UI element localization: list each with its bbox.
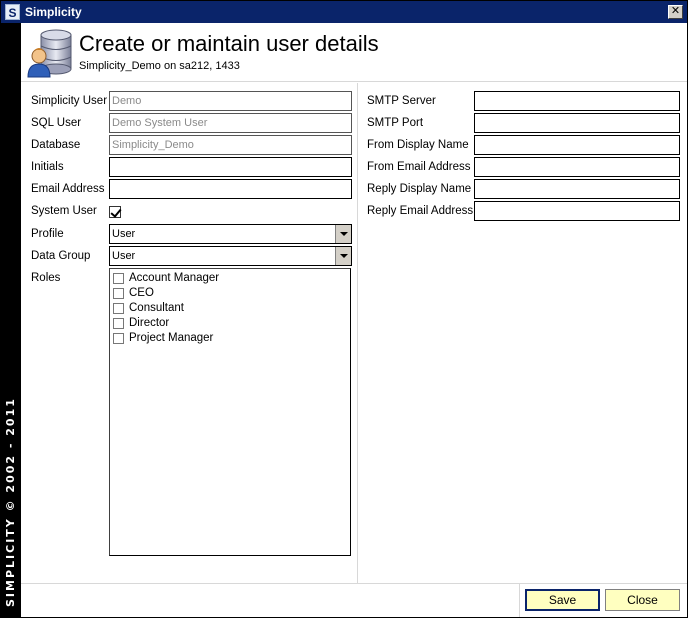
page-title: Create or maintain user details <box>79 31 379 56</box>
profile-select[interactable]: User <box>109 224 352 244</box>
database-field[interactable]: Simplicity_Demo <box>109 135 352 155</box>
data-group-select[interactable]: User <box>109 246 352 266</box>
close-button[interactable]: Close <box>605 589 680 611</box>
from-display-name-label: From Display Name <box>367 139 469 151</box>
window-title: Simplicity <box>25 5 82 19</box>
profile-selected-value: User <box>112 228 136 240</box>
roles-label: Roles <box>31 272 61 284</box>
data-group-dropdown-button[interactable] <box>335 247 351 265</box>
smtp-port-field[interactable] <box>474 113 680 133</box>
title-bar[interactable]: S Simplicity ✕ <box>1 1 687 23</box>
sql-user-label: SQL User <box>31 117 82 129</box>
save-button[interactable]: Save <box>525 589 600 611</box>
footer-divider <box>21 583 687 584</box>
data-group-label: Data Group <box>31 250 91 262</box>
user-details-window: S Simplicity ✕ SIMPLICITY © 2002 - 2011 <box>0 0 688 618</box>
initials-label: Initials <box>31 161 64 173</box>
roles-list[interactable]: Account Manager CEO Consultant Director … <box>109 268 351 556</box>
role-label: Project Manager <box>129 332 214 344</box>
profile-label: Profile <box>31 228 64 240</box>
connection-subtitle: Simplicity_Demo on sa212, 1433 <box>79 60 240 72</box>
from-display-name-field[interactable] <box>474 135 680 155</box>
role-label: Director <box>129 317 170 329</box>
data-group-selected-value: User <box>112 250 136 262</box>
email-address-field[interactable] <box>109 179 352 199</box>
role-label: Consultant <box>129 302 184 314</box>
simplicity-app-icon: S <box>5 4 20 20</box>
reply-display-name-field[interactable] <box>474 179 680 199</box>
role-label: CEO <box>129 287 154 299</box>
database-label: Database <box>31 139 81 151</box>
reply-email-address-field[interactable] <box>474 201 680 221</box>
simplicity-user-field[interactable]: Demo <box>109 91 352 111</box>
chevron-down-icon <box>340 254 348 258</box>
role-checkbox[interactable] <box>113 333 124 344</box>
reply-email-address-label: Reply Email Address <box>367 205 474 217</box>
from-email-address-field[interactable] <box>474 157 680 177</box>
from-email-address-label: From Email Address <box>367 161 471 173</box>
initials-field[interactable] <box>109 157 352 177</box>
email-address-label: Email Address <box>31 183 105 195</box>
footer-separator <box>519 584 520 617</box>
reply-display-name-label: Reply Display Name <box>367 183 472 195</box>
branding-sidebar: SIMPLICITY © 2002 - 2011 <box>1 23 21 617</box>
window-close-button[interactable]: ✕ <box>668 5 683 19</box>
chevron-down-icon <box>340 232 348 236</box>
smtp-server-label: SMTP Server <box>367 95 436 107</box>
smtp-port-label: SMTP Port <box>367 117 424 129</box>
copyright-vertical-text: SIMPLICITY © 2002 - 2011 <box>4 397 17 607</box>
smtp-server-field[interactable] <box>474 91 680 111</box>
database-user-icon <box>27 29 72 78</box>
role-checkbox[interactable] <box>113 303 124 314</box>
page-header: Create or maintain user details Simplici… <box>21 23 687 81</box>
role-checkbox[interactable] <box>113 288 124 299</box>
role-checkbox[interactable] <box>113 273 124 284</box>
role-label: Account Manager <box>129 272 220 284</box>
sql-user-field[interactable]: Demo System User <box>109 113 352 133</box>
profile-dropdown-button[interactable] <box>335 225 351 243</box>
system-user-checkbox[interactable] <box>109 206 121 218</box>
system-user-label: System User <box>31 205 97 217</box>
simplicity-user-label: Simplicity User <box>31 95 108 107</box>
column-divider <box>357 83 358 583</box>
header-divider <box>21 81 687 82</box>
role-checkbox[interactable] <box>113 318 124 329</box>
